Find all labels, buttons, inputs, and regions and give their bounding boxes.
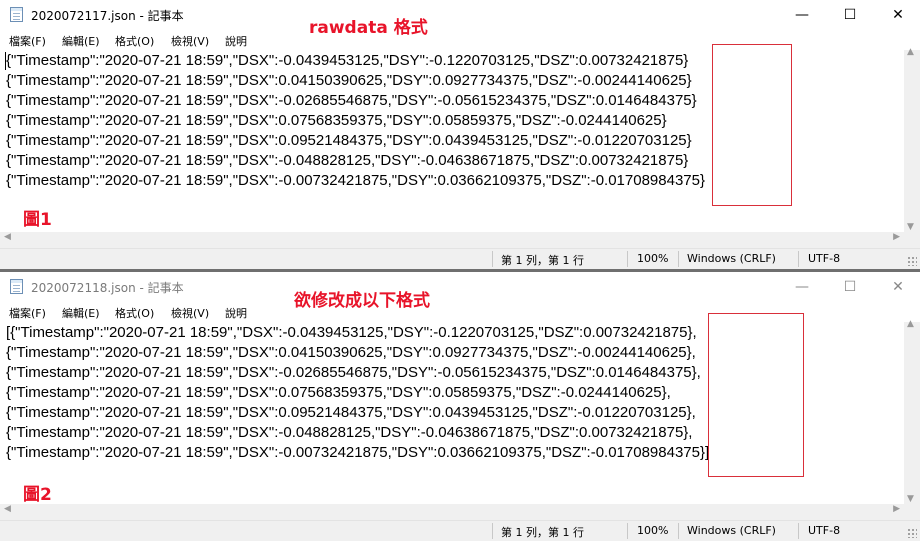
status-divider — [492, 251, 493, 267]
text-line: {"Timestamp":"2020-07-21 18:59","DSX":0.… — [6, 112, 667, 129]
notepad-icon — [10, 7, 23, 22]
status-divider — [492, 523, 493, 539]
scroll-up-icon[interactable]: ▲ — [907, 319, 914, 329]
menu-edit[interactable]: 編輯(E) — [62, 305, 100, 321]
text-line: {"Timestamp":"2020-07-21 18:59","DSX":-0… — [6, 172, 705, 189]
status-bar: 第 1 列，第 1 行 100% Windows (CRLF) UTF-8 — [0, 520, 920, 541]
menu-view[interactable]: 檢視(V) — [171, 33, 209, 49]
menu-format[interactable]: 格式(O) — [115, 33, 154, 49]
notepad-window-2: 2020072118.json - 記事本 欲修改成以下格式 — ☐ ✕ 檔案(… — [0, 272, 920, 541]
scrollbar-corner — [904, 232, 920, 248]
text-line: {"Timestamp":"2020-07-21 18:59","DSX":-0… — [6, 444, 710, 461]
cursor-position: 第 1 列，第 1 行 — [501, 254, 584, 267]
zoom-level: 100% — [637, 524, 669, 537]
scroll-down-icon[interactable]: ▼ — [907, 494, 914, 504]
menu-format[interactable]: 格式(O) — [115, 305, 154, 321]
scrollbar-corner — [904, 504, 920, 520]
menu-help[interactable]: 說明 — [225, 305, 247, 321]
scroll-left-icon[interactable]: ◀ — [4, 504, 11, 514]
figure-label: 圖2 — [23, 485, 52, 505]
text-editor[interactable]: [{"Timestamp":"2020-07-21 18:59","DSX":-… — [0, 313, 904, 505]
highlight-box — [708, 313, 804, 477]
status-divider — [798, 251, 799, 267]
window-title: 2020072118.json - 記事本 — [31, 281, 184, 295]
maximize-icon[interactable]: ☐ — [827, 0, 873, 30]
encoding: UTF-8 — [808, 524, 841, 537]
line-ending: Windows (CRLF) — [687, 252, 776, 265]
scroll-right-icon[interactable]: ▶ — [893, 504, 900, 514]
vertical-scrollbar[interactable]: ▲ ▼ — [904, 319, 920, 504]
text-line: {"Timestamp":"2020-07-21 18:59","DSX":-0… — [6, 52, 689, 69]
title-bar[interactable]: 2020072118.json - 記事本 欲修改成以下格式 — ☐ ✕ — [0, 272, 920, 311]
text-line: {"Timestamp":"2020-07-21 18:59","DSX":0.… — [6, 384, 671, 401]
cursor-position: 第 1 列，第 1 行 — [501, 526, 584, 539]
maximize-icon[interactable]: ☐ — [827, 272, 873, 302]
menu-file[interactable]: 檔案(F) — [9, 305, 46, 321]
status-divider — [678, 523, 679, 539]
figure-label: 圖1 — [23, 210, 52, 230]
menu-edit[interactable]: 編輯(E) — [62, 33, 100, 49]
window-title: 2020072117.json - 記事本 — [31, 9, 184, 23]
text-line: {"Timestamp":"2020-07-21 18:59","DSX":0.… — [6, 72, 692, 89]
minimize-icon[interactable]: — — [779, 272, 825, 302]
scroll-left-icon[interactable]: ◀ — [4, 232, 11, 242]
menu-view[interactable]: 檢視(V) — [171, 305, 209, 321]
scroll-down-icon[interactable]: ▼ — [907, 222, 914, 232]
notepad-icon — [10, 279, 23, 294]
status-divider — [798, 523, 799, 539]
scroll-right-icon[interactable]: ▶ — [893, 232, 900, 242]
text-line: {"Timestamp":"2020-07-21 18:59","DSX":0.… — [6, 344, 696, 361]
status-divider — [627, 251, 628, 267]
text-line: {"Timestamp":"2020-07-21 18:59","DSX":0.… — [6, 404, 696, 421]
text-line: [{"Timestamp":"2020-07-21 18:59","DSX":-… — [6, 324, 697, 341]
notepad-window-1: 2020072117.json - 記事本 rawdata 格式 — ☐ ✕ 檔… — [0, 0, 920, 269]
text-editor[interactable]: {"Timestamp":"2020-07-21 18:59","DSX":-0… — [0, 44, 904, 232]
minimize-icon[interactable]: — — [779, 0, 825, 30]
highlight-box — [712, 44, 792, 206]
close-icon[interactable]: ✕ — [875, 0, 920, 30]
status-divider — [678, 251, 679, 267]
encoding: UTF-8 — [808, 252, 841, 265]
horizontal-scrollbar[interactable]: ◀ ▶ — [0, 504, 904, 520]
horizontal-scrollbar[interactable]: ◀ ▶ — [0, 232, 904, 248]
zoom-level: 100% — [637, 252, 669, 265]
text-line: {"Timestamp":"2020-07-21 18:59","DSX":0.… — [6, 132, 692, 149]
vertical-scrollbar[interactable]: ▲ ▼ — [904, 47, 920, 232]
resize-grip-icon[interactable] — [907, 256, 917, 266]
text-line: {"Timestamp":"2020-07-21 18:59","DSX":-0… — [6, 424, 693, 441]
line-ending: Windows (CRLF) — [687, 524, 776, 537]
status-bar: 第 1 列，第 1 行 100% Windows (CRLF) UTF-8 — [0, 248, 920, 269]
text-line: {"Timestamp":"2020-07-21 18:59","DSX":-0… — [6, 152, 689, 169]
title-bar[interactable]: 2020072117.json - 記事本 rawdata 格式 — ☐ ✕ — [0, 0, 920, 38]
text-line: {"Timestamp":"2020-07-21 18:59","DSX":-0… — [6, 92, 697, 109]
scroll-up-icon[interactable]: ▲ — [907, 47, 914, 57]
close-icon[interactable]: ✕ — [875, 272, 920, 302]
status-divider — [627, 523, 628, 539]
resize-grip-icon[interactable] — [907, 528, 917, 538]
menu-help[interactable]: 說明 — [225, 33, 247, 49]
menu-file[interactable]: 檔案(F) — [9, 33, 46, 49]
text-line: {"Timestamp":"2020-07-21 18:59","DSX":-0… — [6, 364, 701, 381]
